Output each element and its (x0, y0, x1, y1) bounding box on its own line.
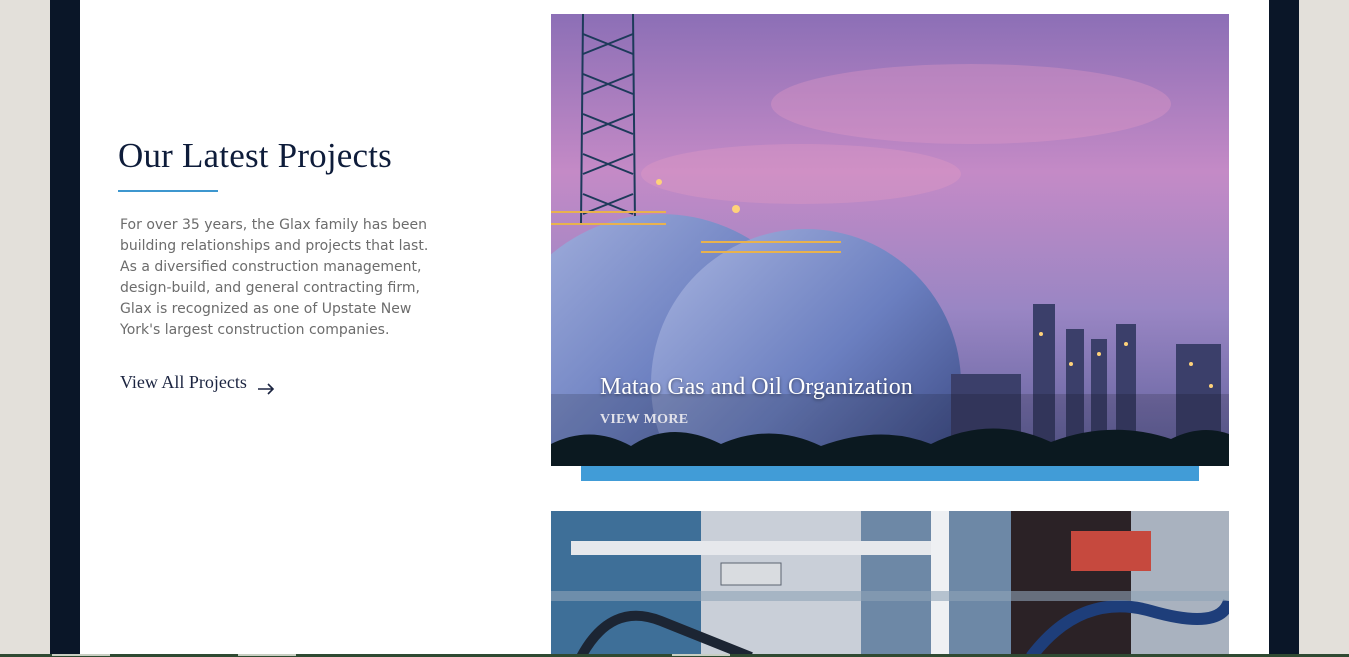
view-all-projects-label: View All Projects (120, 372, 247, 392)
section-heading: Our Latest Projects (118, 136, 393, 175)
strip-mark (672, 654, 730, 656)
view-more-link[interactable]: VIEW MORE (600, 412, 688, 428)
arrow-right-icon (257, 379, 275, 395)
project-card-image-2[interactable] (551, 511, 1229, 657)
machinery-photo (551, 511, 1229, 657)
project-card-image[interactable]: Matao Gas and Oil Organization VIEW MORE (551, 14, 1229, 466)
project-accent-bar (581, 466, 1199, 481)
strip-mark (238, 654, 296, 656)
heading-underline (118, 190, 218, 192)
project-title[interactable]: Matao Gas and Oil Organization (600, 374, 913, 401)
section-intro: For over 35 years, the Glax family has b… (120, 217, 429, 338)
strip-mark (52, 654, 110, 656)
view-all-projects-link[interactable]: View All Projects (120, 372, 275, 395)
